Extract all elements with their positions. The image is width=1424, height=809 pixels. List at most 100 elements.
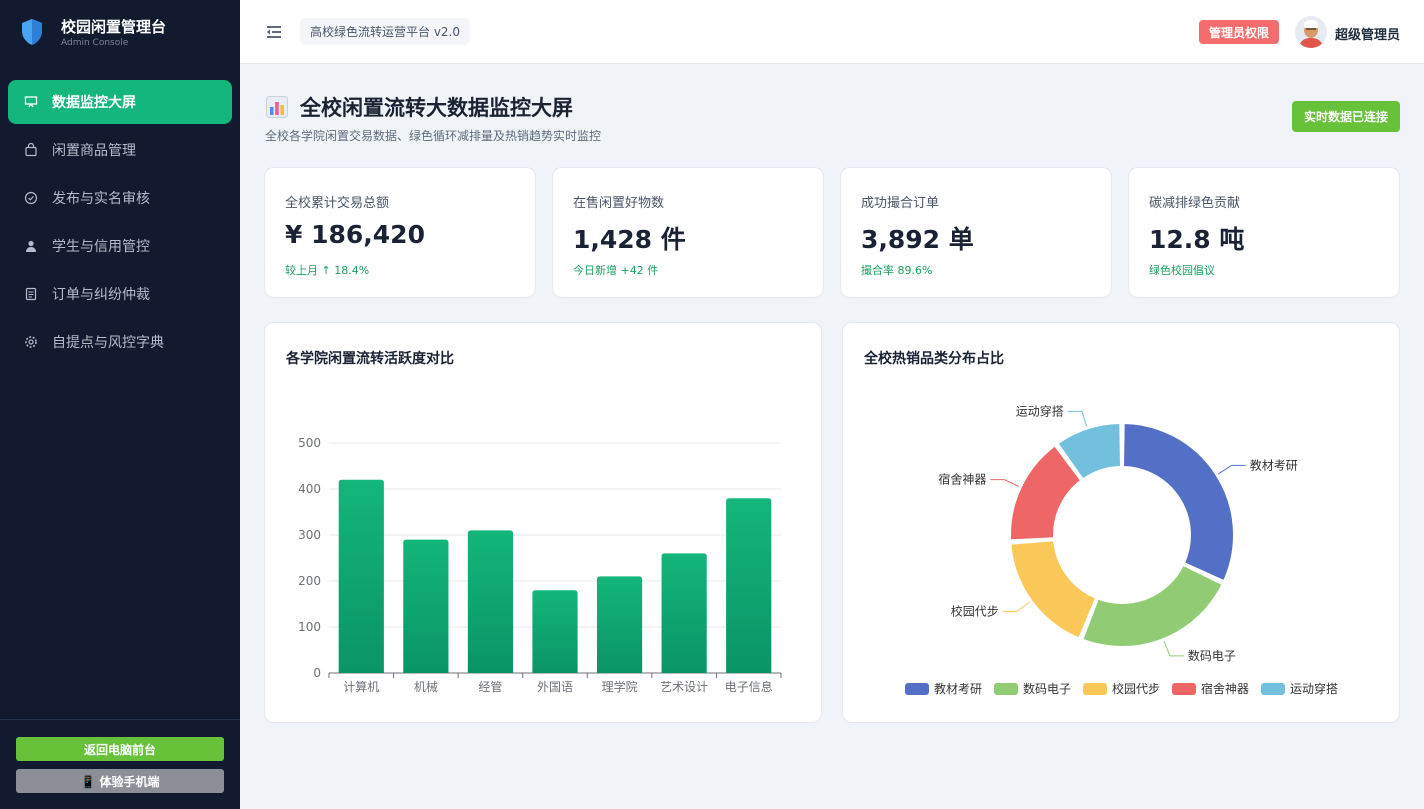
stat-label: 成功撮合订单 xyxy=(861,196,940,211)
x-tick-label: 外国语 xyxy=(537,680,573,694)
bag-icon xyxy=(25,143,37,157)
back-to-front-button[interactable]: 返回电脑前台 xyxy=(16,737,224,761)
stat-card-revenue: 全校累计交易总额 ¥ 186,420 较上月 ↑ 18.4% xyxy=(264,167,536,298)
stat-card-carbon: 碳减排绿色贡献 12.8 吨 绿色校园倡议 xyxy=(1128,167,1400,298)
shield-logo-icon xyxy=(22,19,42,45)
slice-label: 校园代步 xyxy=(951,603,999,618)
gear-icon xyxy=(25,336,37,348)
label-line xyxy=(990,479,1020,487)
sidebar-item-audit[interactable]: 发布与实名审核 xyxy=(8,176,232,220)
sidebar-menu: 数据监控大屏 闲置商品管理 发布与实名审核 学生与信用管控 订单与纠纷仲裁 自提… xyxy=(0,80,240,368)
sidebar-item-label: 闲置商品管理 xyxy=(52,143,136,159)
top-header: 高校绿色流转运营平台 v2.0 管理员权限 超级管理员 xyxy=(240,0,1424,64)
y-tick-label: 300 xyxy=(298,528,321,542)
x-tick-label: 电子信息 xyxy=(725,679,773,694)
legend-label: 宿舍神器 xyxy=(1201,681,1249,696)
sidebar-divider xyxy=(0,719,240,720)
legend-swatch xyxy=(905,683,929,695)
legend-label: 校园代步 xyxy=(1112,681,1160,696)
bar-chart-panel: 各学院闲置流转活跃度对比 0 100 200 300 400 500 计算机 机械 经管 外国语理… xyxy=(264,322,822,723)
bar[interactable] xyxy=(726,498,772,673)
bar[interactable] xyxy=(596,576,643,673)
bar-chart: 0 100 200 300 400 500 计算机 机械 经管 外国语 理学院 艺术设计 电子信息 xyxy=(298,436,782,694)
legend-label: 运动穿搭 xyxy=(1290,681,1338,696)
legend-swatch xyxy=(1261,683,1285,695)
stat-note: 绿色校园倡议 xyxy=(1149,264,1215,277)
sidebar-item-label: 学生与信用管控 xyxy=(52,239,150,255)
label-line xyxy=(1163,640,1184,657)
donut-slice[interactable] xyxy=(1009,539,1098,640)
slice-label: 运动穿搭 xyxy=(1016,403,1064,418)
legend-label: 数码电子 xyxy=(1023,681,1071,696)
slice-label: 宿舍神器 xyxy=(938,472,986,487)
label-line xyxy=(1217,464,1246,475)
stat-note: 撮合率 89.6% xyxy=(861,264,933,277)
user-icon xyxy=(26,240,36,252)
bar[interactable] xyxy=(467,530,514,673)
donut-slice[interactable] xyxy=(1081,563,1224,648)
menu-fold-icon[interactable] xyxy=(266,24,282,40)
legend-label: 教材考研 xyxy=(934,681,982,696)
stat-value: ¥ 186,420 xyxy=(285,220,425,249)
bar[interactable] xyxy=(661,553,707,673)
bar[interactable] xyxy=(532,590,578,673)
stat-label: 碳减排绿色贡献 xyxy=(1149,196,1241,211)
monitor-icon xyxy=(24,96,38,108)
sidebar-item-label: 发布与实名审核 xyxy=(52,191,150,207)
sidebar-item-dashboard[interactable]: 数据监控大屏 xyxy=(8,80,232,124)
avatar[interactable] xyxy=(1295,16,1327,48)
bar-chart-icon xyxy=(266,96,288,118)
x-tick-label: 经管 xyxy=(478,679,502,694)
sidebar-item-goods[interactable]: 闲置商品管理 xyxy=(8,128,232,172)
x-tick-label: 理学院 xyxy=(602,679,638,694)
y-tick-label: 400 xyxy=(298,482,321,496)
sidebar: 校园闲置管理台 Admin Console 数据监控大屏 闲置商品管理 发布与实… xyxy=(0,0,240,809)
live-status-button[interactable]: 实时数据已连接 xyxy=(1292,101,1400,132)
page-title: 全校闲置流转大数据监控大屏 xyxy=(266,92,573,122)
sidebar-item-label: 自提点与风控字典 xyxy=(52,335,164,351)
donut-slice[interactable] xyxy=(1122,422,1235,583)
check-circle-icon xyxy=(24,191,38,205)
pie-chart-panel: 全校热销品类分布占比 教材考研 数码电子 校园代步 宿舍神器 运动穿搭 教材考研 数码电子校… xyxy=(842,322,1400,723)
brand: 校园闲置管理台 Admin Console xyxy=(0,0,240,64)
document-icon xyxy=(25,287,37,301)
stat-label: 在售闲置好物数 xyxy=(573,196,665,211)
x-tick-label: 计算机 xyxy=(343,679,379,694)
stat-card-orders: 成功撮合订单 3,892 单 撮合率 89.6% xyxy=(840,167,1112,298)
sidebar-item-pickup[interactable]: 自提点与风控字典 xyxy=(8,320,232,364)
mobile-preview-button[interactable]: 📱 体验手机端 xyxy=(16,769,224,793)
y-tick-label: 0 xyxy=(313,666,321,680)
y-tick-label: 100 xyxy=(298,620,321,634)
stat-value: 12.8 吨 xyxy=(1149,225,1245,254)
stat-note: 今日新增 +42 件 xyxy=(573,264,659,277)
slice-label: 教材考研 xyxy=(1250,457,1298,472)
y-tick-label: 500 xyxy=(298,436,321,450)
platform-tag: 高校绿色流转运营平台 v2.0 xyxy=(300,18,471,45)
slice-label: 数码电子 xyxy=(1188,648,1236,663)
label-line xyxy=(1002,601,1031,612)
donut-chart: 教材考研数码电子校园代步宿舍神器运动穿搭教材考研 数码电子 校园代步 宿舍神器 运动穿搭 xyxy=(905,403,1338,696)
x-tick-label: 机械 xyxy=(414,679,438,694)
stat-value: 3,892 单 xyxy=(861,225,974,254)
bar[interactable] xyxy=(403,539,449,673)
legend-swatch xyxy=(994,683,1018,695)
page-subtitle: 全校各学院闲置交易数据、绿色循环减排量及热销趋势实时监控 xyxy=(265,129,602,143)
sidebar-item-orders[interactable]: 订单与纠纷仲裁 xyxy=(8,272,232,316)
sidebar-item-label: 订单与纠纷仲裁 xyxy=(52,287,150,303)
legend-swatch xyxy=(1172,683,1196,695)
sidebar-item-label: 数据监控大屏 xyxy=(52,95,136,111)
stat-label: 全校累计交易总额 xyxy=(285,196,390,211)
user-name[interactable]: 超级管理员 xyxy=(1335,24,1400,43)
x-tick-label: 艺术设计 xyxy=(660,680,708,694)
page-title-text: 全校闲置流转大数据监控大屏 xyxy=(300,96,573,120)
stat-note: 较上月 ↑ 18.4% xyxy=(285,264,370,277)
stat-card-listings: 在售闲置好物数 1,428 件 今日新增 +42 件 xyxy=(552,167,824,298)
sidebar-item-students[interactable]: 学生与信用管控 xyxy=(8,224,232,268)
label-line xyxy=(1067,410,1088,427)
app-title: 校园闲置管理台 xyxy=(61,18,167,36)
app-subtitle: Admin Console xyxy=(61,38,129,48)
y-tick-label: 200 xyxy=(298,574,321,588)
stat-value: 1,428 件 xyxy=(573,225,686,254)
avatar-image xyxy=(1295,16,1327,48)
bar[interactable] xyxy=(338,479,384,673)
